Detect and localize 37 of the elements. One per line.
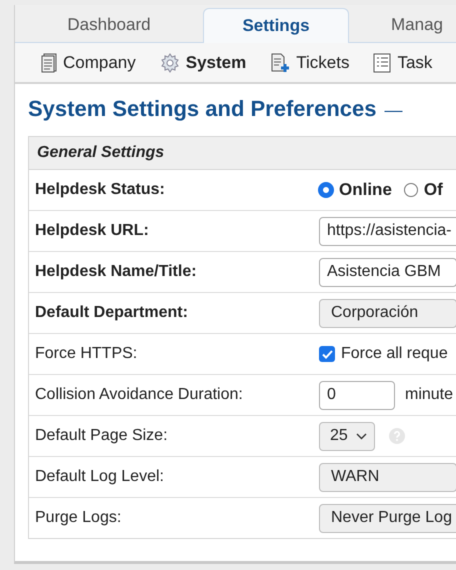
section-header: General Settings bbox=[29, 137, 456, 170]
subnav-item[interactable]: System bbox=[160, 52, 246, 72]
radio-label: Online bbox=[339, 180, 392, 200]
checkbox[interactable] bbox=[319, 346, 335, 362]
setting-label: Helpdesk Status: bbox=[34, 181, 166, 199]
nav-tab[interactable]: Dashboard bbox=[15, 8, 203, 42]
caret-icon bbox=[356, 432, 367, 440]
gear-icon bbox=[160, 52, 180, 72]
dropdown[interactable]: Corporación bbox=[319, 298, 456, 328]
page-title: System Settings and Preferences — bbox=[28, 96, 404, 122]
setting-label: Default Page Size: bbox=[34, 427, 169, 445]
setting-label: Helpdesk Name/Title: bbox=[34, 263, 198, 281]
subnav-item[interactable]: Task bbox=[373, 52, 432, 72]
document-plus-icon bbox=[270, 52, 290, 72]
setting-label: Default Log Level: bbox=[34, 468, 165, 486]
unit-label: minute bbox=[405, 386, 454, 404]
dropdown[interactable]: WARN bbox=[319, 462, 456, 492]
setting-label: Default Department: bbox=[34, 304, 189, 322]
dropdown[interactable]: 25 bbox=[319, 422, 375, 450]
text-field[interactable]: Asistencia GBM bbox=[319, 258, 456, 286]
text-field[interactable]: https://asistencia- bbox=[319, 216, 456, 246]
checkbox-label: Force all reque bbox=[341, 345, 448, 363]
nav-tab[interactable]: Manag bbox=[349, 8, 443, 42]
nav-tab[interactable]: Settings bbox=[203, 8, 349, 43]
radio-button[interactable] bbox=[404, 183, 418, 197]
list-icon bbox=[373, 52, 392, 72]
subnav-item[interactable]: Company bbox=[41, 52, 136, 72]
setting-label: Force HTTPS: bbox=[34, 345, 138, 363]
radio-button[interactable] bbox=[319, 183, 333, 197]
setting-label: Purge Logs: bbox=[34, 509, 122, 527]
number-field[interactable]: 0 bbox=[319, 380, 395, 410]
document-icon bbox=[41, 52, 57, 72]
dropdown[interactable]: Never Purge Log bbox=[319, 504, 456, 532]
setting-label: Helpdesk URL: bbox=[34, 222, 150, 240]
subnav-item[interactable]: Tickets bbox=[270, 52, 350, 72]
setting-label: Collision Avoidance Duration: bbox=[34, 386, 244, 404]
radio-label: Of bbox=[424, 180, 443, 200]
